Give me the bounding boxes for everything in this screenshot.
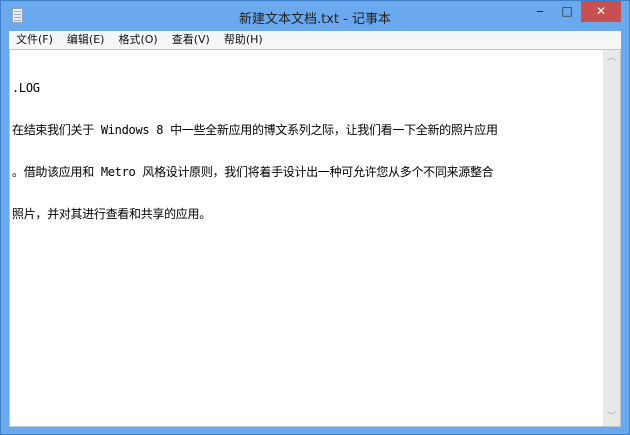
notepad-window: 新建文本文档.txt - 记事本 ‒ □ ✕ 文件(F) 编辑(E) 格式(O)… <box>0 0 630 435</box>
text-line: 。借助该应用和 Metro 风格设计原则，我们将着手设计出一种可允许您从多个不同… <box>12 165 494 179</box>
menu-file[interactable]: 文件(F) <box>9 31 60 49</box>
menu-help[interactable]: 帮助(H) <box>217 31 270 49</box>
text-line: 在结束我们关于 Windows 8 中一些全新应用的博文系列之际，让我们看一下全… <box>12 123 498 137</box>
maximize-button[interactable]: □ <box>554 1 580 22</box>
title-bar[interactable]: 新建文本文档.txt - 记事本 ‒ □ ✕ <box>1 1 629 31</box>
minimize-button[interactable]: ‒ <box>527 1 553 22</box>
menu-format[interactable]: 格式(O) <box>111 31 164 49</box>
document-text[interactable]: .LOG 在结束我们关于 Windows 8 中一些全新应用的博文系列之际，让我… <box>12 53 498 249</box>
vertical-scrollbar[interactable]: ︿ ﹀ <box>603 50 620 426</box>
scroll-up-icon[interactable]: ︿ <box>603 50 620 67</box>
menu-bar: 文件(F) 编辑(E) 格式(O) 查看(V) 帮助(H) <box>9 31 621 49</box>
menu-view[interactable]: 查看(V) <box>165 31 217 49</box>
close-button[interactable]: ✕ <box>581 1 621 22</box>
text-line: 照片，并对其进行查看和共享的应用。 <box>12 207 211 221</box>
text-editor[interactable]: .LOG 在结束我们关于 Windows 8 中一些全新应用的博文系列之际，让我… <box>9 49 621 427</box>
text-line: .LOG <box>12 81 40 95</box>
scroll-down-icon[interactable]: ﹀ <box>603 409 620 426</box>
menu-edit[interactable]: 编辑(E) <box>60 31 112 49</box>
